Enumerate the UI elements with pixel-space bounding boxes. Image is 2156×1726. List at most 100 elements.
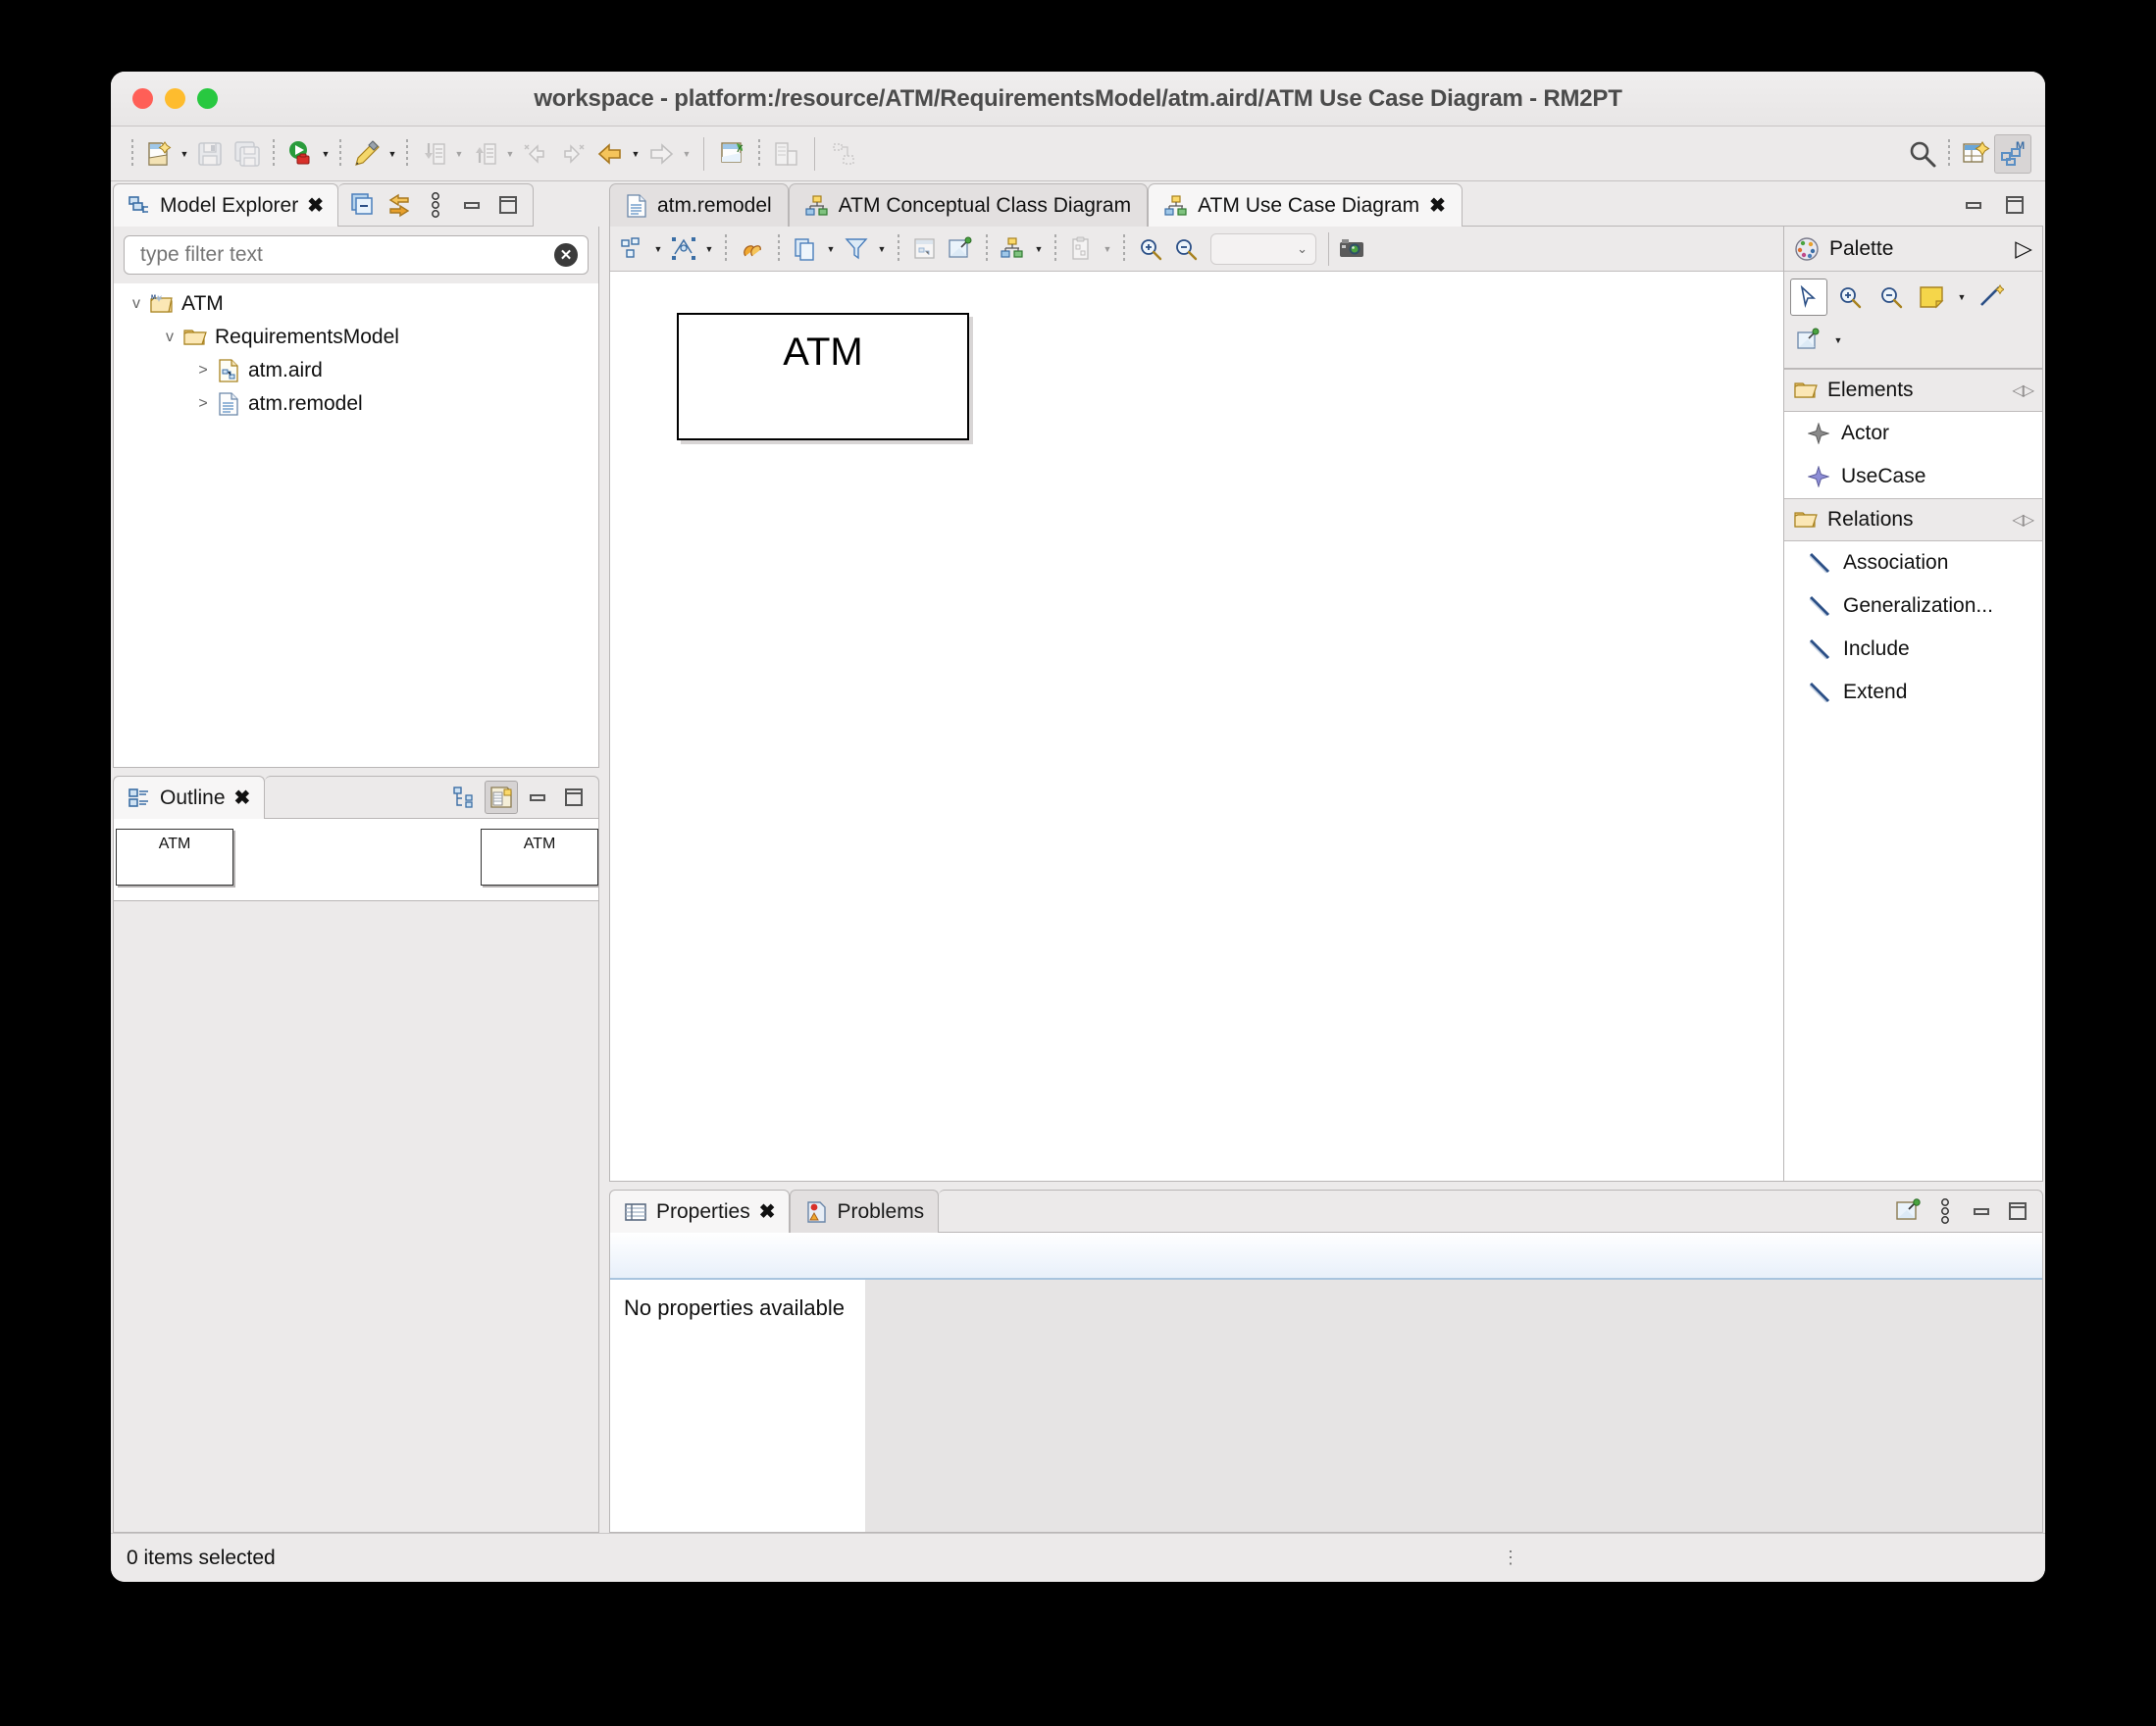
folder-icon — [1794, 381, 1818, 400]
minimize-icon[interactable] — [455, 188, 488, 222]
note-attachment-tool-icon[interactable] — [1973, 279, 2010, 316]
select-all-icon[interactable] — [667, 232, 700, 266]
palette-expand-icon[interactable]: ▷ — [2015, 235, 2032, 262]
generic-tool-dropdown-arrow[interactable]: ▼ — [1831, 321, 1845, 360]
minimize-icon[interactable] — [521, 781, 554, 814]
close-icon[interactable]: ✖ — [759, 1199, 776, 1224]
search-icon[interactable] — [1904, 134, 1941, 174]
run-icon[interactable] — [282, 134, 319, 174]
clear-filter-icon[interactable]: ✕ — [554, 243, 578, 267]
close-icon[interactable]: ✖ — [1429, 193, 1446, 218]
zoom-out-tool-icon[interactable] — [1873, 279, 1910, 316]
twisty-icon[interactable]: > — [190, 395, 216, 413]
palette-section-elements[interactable]: Elements ◁▷ — [1784, 369, 2042, 412]
filters-dropdown-arrow[interactable]: ▼ — [875, 229, 889, 269]
outline-thumbnail[interactable]: ATM — [116, 829, 233, 886]
twisty-icon[interactable]: v — [124, 295, 149, 313]
maximize-icon[interactable] — [2001, 1194, 2034, 1228]
maximize-icon[interactable] — [1998, 188, 2031, 222]
outline-body[interactable]: ATM ATM — [113, 819, 599, 1533]
refresh-diagram-icon[interactable] — [736, 232, 769, 266]
tree-item-atm[interactable]: v M ATM — [114, 287, 598, 321]
tree-item-atm-remodel[interactable]: > atm.remodel — [114, 387, 598, 421]
close-icon[interactable]: ✖ — [234, 786, 251, 810]
outline-overview[interactable]: ATM ATM — [114, 819, 598, 901]
zoom-window-button[interactable] — [197, 88, 218, 109]
editor-tab-use-case-diagram[interactable]: ATM Use Case Diagram ✖ — [1148, 183, 1463, 227]
palette-item-include[interactable]: Include — [1784, 628, 2042, 671]
open-perspective-icon[interactable] — [1957, 134, 1994, 174]
new-wizard-dropdown-arrow[interactable]: ▼ — [178, 134, 191, 174]
twisty-icon[interactable]: > — [190, 362, 216, 380]
debug-pen-icon[interactable] — [348, 134, 385, 174]
back-icon[interactable] — [591, 134, 629, 174]
diagram-node-atm[interactable]: ATM — [677, 313, 969, 440]
zoom-in-icon[interactable] — [1134, 232, 1167, 266]
debug-pen-dropdown-arrow[interactable]: ▼ — [385, 134, 399, 174]
editor-tab-conceptual-class-diagram[interactable]: ATM Conceptual Class Diagram — [788, 183, 1149, 227]
close-icon[interactable]: ✖ — [307, 193, 324, 218]
palette-item-extend[interactable]: Extend — [1784, 671, 2042, 714]
layers-dropdown-arrow[interactable]: ▼ — [1032, 229, 1046, 269]
toolbar-separator — [339, 138, 341, 169]
palette-section-relations[interactable]: Relations ◁▷ — [1784, 498, 2042, 541]
zoom-in-tool-icon[interactable] — [1831, 279, 1869, 316]
layers-icon[interactable] — [997, 232, 1030, 266]
palette-item-generalization[interactable]: Generalization... — [1784, 584, 2042, 628]
zoom-level-combo[interactable]: ⌄ — [1210, 232, 1316, 265]
run-dropdown-arrow[interactable]: ▼ — [319, 134, 333, 174]
tree-item-requirementsmodel[interactable]: v RequirementsModel — [114, 321, 598, 354]
arrange-all-icon[interactable] — [616, 232, 649, 266]
minimize-icon[interactable] — [1965, 1194, 1998, 1228]
filter-box[interactable]: ✕ — [124, 235, 589, 275]
palette-item-association[interactable]: Association — [1784, 541, 2042, 584]
editor-tab-atm-remodel[interactable]: atm.remodel — [609, 183, 789, 227]
status-resize-handle[interactable]: ⋮ — [1502, 1548, 1519, 1568]
note-tool-dropdown-arrow[interactable]: ▼ — [1955, 278, 1969, 317]
pin-element-icon[interactable] — [944, 232, 977, 266]
collapse-section-icon[interactable]: ◁▷ — [2012, 510, 2034, 530]
arrange-all-dropdown-arrow[interactable]: ▼ — [651, 229, 665, 269]
hide-element-icon[interactable] — [908, 232, 942, 266]
export-image-icon[interactable] — [1335, 232, 1368, 266]
filter-input[interactable] — [138, 242, 554, 268]
twisty-icon[interactable]: v — [157, 329, 182, 346]
zoom-out-icon[interactable] — [1169, 232, 1203, 266]
note-tool-icon[interactable] — [1914, 279, 1951, 316]
editor-content: ▼ ▼ ▼ ▼ ▼ ▼ ⌄ ATM Palette ▷ ▼ ▼ Elements… — [609, 227, 2043, 1182]
tree-item-atm-aird[interactable]: > atm.aird — [114, 354, 598, 387]
outline-thumbnail[interactable]: ATM — [481, 829, 598, 886]
chevron-down-icon[interactable]: ⌄ — [1297, 241, 1308, 257]
collapse-section-icon[interactable]: ◁▷ — [2012, 381, 2034, 400]
link-with-editor-icon[interactable] — [383, 188, 416, 222]
copy-appearance-dropdown-arrow[interactable]: ▼ — [824, 229, 838, 269]
maximize-icon[interactable] — [557, 781, 590, 814]
new-wizard-icon[interactable] — [140, 134, 178, 174]
overview-thumbnail-icon[interactable] — [485, 781, 518, 814]
view-menu-icon[interactable] — [419, 188, 452, 222]
tab-model-explorer[interactable]: Model Explorer ✖ — [113, 183, 338, 227]
view-menu-icon[interactable] — [1928, 1194, 1962, 1228]
tree-outline-icon[interactable] — [448, 781, 482, 814]
generic-tool-icon[interactable] — [1790, 322, 1827, 359]
tab-outline[interactable]: Outline ✖ — [113, 776, 266, 819]
diagram-node-label: ATM — [783, 330, 863, 374]
minimize-window-button[interactable] — [165, 88, 185, 109]
pin-properties-icon[interactable] — [1892, 1194, 1925, 1228]
select-tool-icon[interactable] — [1790, 279, 1827, 316]
collapse-all-icon[interactable] — [346, 188, 380, 222]
maximize-icon[interactable] — [491, 188, 525, 222]
select-all-dropdown-arrow[interactable]: ▼ — [702, 229, 716, 269]
filters-icon[interactable] — [840, 232, 873, 266]
tab-properties[interactable]: Properties ✖ — [609, 1190, 791, 1233]
tab-problems[interactable]: Problems — [790, 1190, 940, 1233]
copy-appearance-icon[interactable] — [789, 232, 822, 266]
new-diagram-icon[interactable] — [714, 134, 751, 174]
modeling-perspective-button[interactable]: M — [1994, 133, 2031, 174]
close-window-button[interactable] — [132, 88, 153, 109]
diagram-canvas[interactable]: ATM — [610, 272, 1783, 1181]
palette-item-actor[interactable]: Actor — [1784, 412, 2042, 455]
back-dropdown-arrow[interactable]: ▼ — [629, 134, 642, 174]
palette-item-usecase[interactable]: UseCase — [1784, 455, 2042, 498]
minimize-icon[interactable] — [1957, 188, 1990, 222]
